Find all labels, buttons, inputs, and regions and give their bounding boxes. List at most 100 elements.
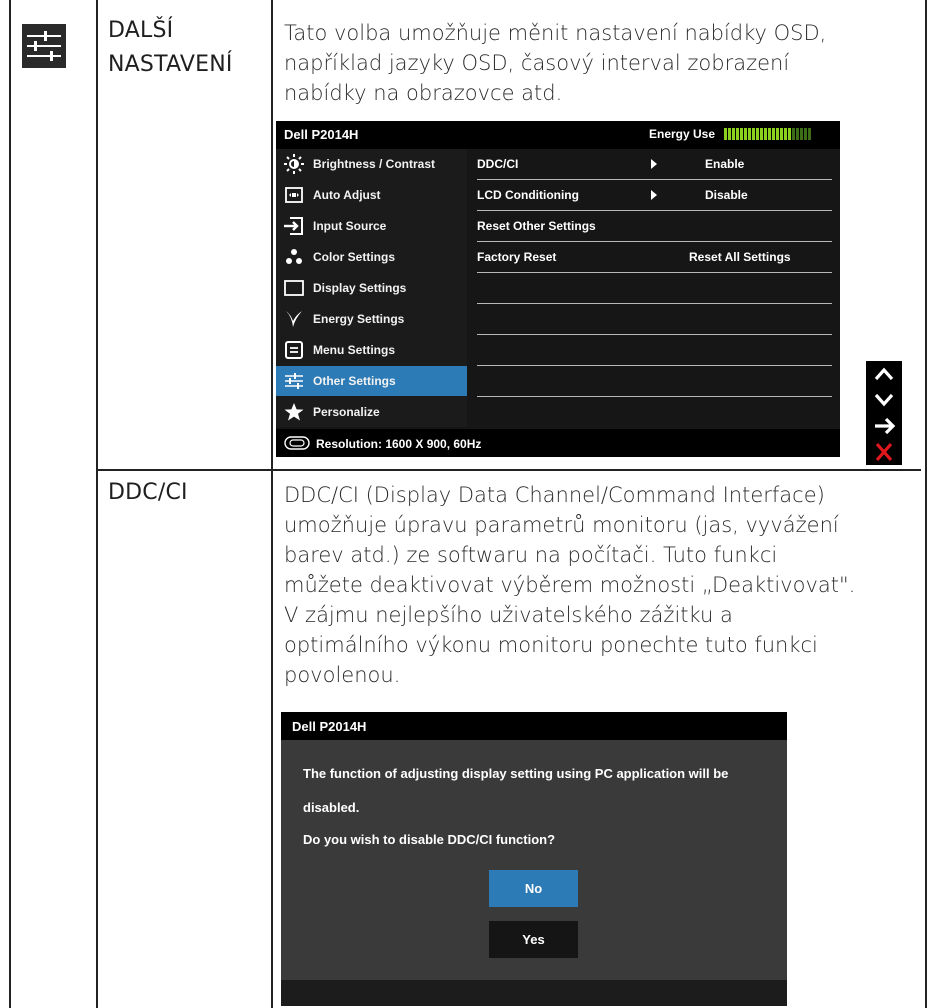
- close-icon: [875, 442, 893, 462]
- star-icon: [284, 403, 304, 421]
- auto-adjust-icon: [285, 187, 303, 203]
- dialog-title: Dell P2014H: [292, 719, 367, 734]
- dialog-header: Dell P2014H: [281, 712, 787, 740]
- energy-segment: [744, 128, 747, 140]
- energy-segment: [772, 128, 775, 140]
- osd-option-name: DDC/CI: [477, 157, 519, 171]
- row-label-ddc-ci: DDC/CI: [108, 480, 188, 505]
- osd-menu-label: Auto Adjust: [313, 188, 381, 202]
- energy-segment: [804, 128, 807, 140]
- table-divider: [271, 0, 273, 1008]
- energy-segment: [728, 128, 731, 140]
- resolution-icon: [284, 436, 310, 450]
- table-row-divider: [96, 469, 921, 471]
- osd-option-empty: [477, 335, 832, 366]
- exit-button[interactable]: [866, 439, 902, 465]
- row-description-ddc-ci: DDC/CI (Display Data Channel/Command Int…: [284, 483, 856, 687]
- energy-segment: [768, 128, 771, 140]
- energy-segment: [760, 128, 763, 140]
- yes-button[interactable]: Yes: [489, 921, 578, 958]
- energy-segment: [724, 128, 727, 140]
- osd-main-menu: Brightness / Contrast Auto Adjust Input …: [276, 149, 467, 427]
- brightness-icon: [284, 154, 304, 174]
- osd-menu-personalize[interactable]: Personalize: [276, 397, 467, 427]
- osd-menu-label: Color Settings: [313, 250, 396, 264]
- energy-segment: [780, 128, 783, 140]
- osd-menu-label: Brightness / Contrast: [313, 157, 436, 171]
- energy-segment: [740, 128, 743, 140]
- dialog-footer: [281, 980, 787, 1006]
- row-label-other-settings: DALŠÍ NASTAVENÍ: [108, 18, 233, 77]
- row-description-other-settings: Tato volba umožňuje měnit nastavení nabí…: [284, 21, 827, 105]
- energy-segment: [792, 128, 795, 140]
- energy-segment: [800, 128, 803, 140]
- energy-segment: [764, 128, 767, 140]
- osd-header: Dell P2014H Energy Use: [276, 121, 840, 149]
- osd-option-reset-other-settings[interactable]: Reset Other Settings: [477, 211, 832, 242]
- osd-option-value: Enable: [705, 157, 745, 171]
- osd-menu-display-settings[interactable]: Display Settings: [276, 273, 467, 303]
- dialog-message-continued: disabled.: [303, 800, 360, 815]
- down-icon: [874, 393, 894, 407]
- input-source-icon: [284, 217, 303, 235]
- down-button[interactable]: [866, 387, 902, 413]
- osd-option-empty: [477, 304, 832, 335]
- osd-menu: Dell P2014H Energy Use Brightness / Cont…: [276, 121, 840, 457]
- up-button[interactable]: [866, 361, 902, 387]
- osd-option-empty: [477, 397, 832, 427]
- osd-menu-other-settings[interactable]: Other Settings: [276, 366, 467, 396]
- energy-segment: [736, 128, 739, 140]
- osd-option-name: Reset Other Settings: [477, 219, 596, 233]
- osd-option-factory-reset[interactable]: Factory Reset Reset All Settings: [477, 242, 832, 273]
- osd-navigation-buttons: [866, 361, 902, 465]
- osd-option-value: Disable: [705, 188, 748, 202]
- osd-menu-energy-settings[interactable]: Energy Settings: [276, 304, 467, 334]
- energy-settings-icon: [286, 311, 302, 327]
- energy-segment: [732, 128, 735, 140]
- energy-segment: [796, 128, 799, 140]
- other-settings-icon: [22, 24, 66, 68]
- dialog-message: The function of adjusting display settin…: [303, 766, 729, 781]
- osd-menu-label: Energy Settings: [313, 312, 405, 326]
- osd-menu-label: Display Settings: [313, 281, 407, 295]
- osd-footer: Resolution: 1600 X 900, 60Hz: [276, 429, 840, 457]
- osd-option-empty: [477, 366, 832, 397]
- enter-button[interactable]: [866, 413, 902, 439]
- energy-segment: [748, 128, 751, 140]
- osd-option-ddc-ci[interactable]: DDC/CI Enable: [477, 149, 832, 180]
- energy-segment: [752, 128, 755, 140]
- energy-segment: [756, 128, 759, 140]
- energy-use-label: Energy Use: [649, 127, 716, 141]
- osd-menu-menu-settings[interactable]: Menu Settings: [276, 335, 467, 365]
- energy-use-meter: [724, 128, 811, 140]
- submenu-arrow-icon: [651, 190, 657, 200]
- other-settings-icon: [285, 373, 303, 389]
- osd-option-empty: [477, 273, 832, 304]
- up-icon: [874, 367, 894, 381]
- osd-menu-input-source[interactable]: Input Source: [276, 211, 467, 241]
- energy-segment: [788, 128, 791, 140]
- menu-settings-icon: [285, 341, 303, 359]
- osd-menu-label: Input Source: [313, 219, 387, 233]
- energy-segment: [776, 128, 779, 140]
- osd-submenu: DDC/CI Enable LCD Conditioning Disable R…: [469, 149, 840, 427]
- osd-menu-label: Other Settings: [313, 374, 396, 388]
- resolution-text: Resolution: 1600 X 900, 60Hz: [316, 437, 482, 451]
- osd-menu-label: Personalize: [313, 405, 380, 419]
- osd-option-name: Factory Reset: [477, 250, 557, 264]
- energy-segment: [808, 128, 811, 140]
- osd-title: Dell P2014H: [284, 127, 359, 142]
- no-button[interactable]: No: [489, 870, 578, 907]
- display-settings-icon: [284, 280, 304, 296]
- osd-menu-color-settings[interactable]: Color Settings: [276, 242, 467, 272]
- osd-option-value: Reset All Settings: [689, 250, 791, 264]
- enter-arrow-icon: [875, 417, 896, 435]
- dialog-question: Do you wish to disable DDC/CI function?: [303, 832, 556, 847]
- energy-segment: [784, 128, 787, 140]
- osd-menu-label: Menu Settings: [313, 343, 396, 357]
- color-settings-icon: [286, 249, 302, 264]
- osd-menu-auto-adjust[interactable]: Auto Adjust: [276, 180, 467, 210]
- osd-menu-brightness-contrast[interactable]: Brightness / Contrast: [276, 149, 467, 179]
- ddc-ci-dialog: Dell P2014H The function of adjusting di…: [281, 712, 787, 1006]
- osd-option-lcd-conditioning[interactable]: LCD Conditioning Disable: [477, 180, 832, 211]
